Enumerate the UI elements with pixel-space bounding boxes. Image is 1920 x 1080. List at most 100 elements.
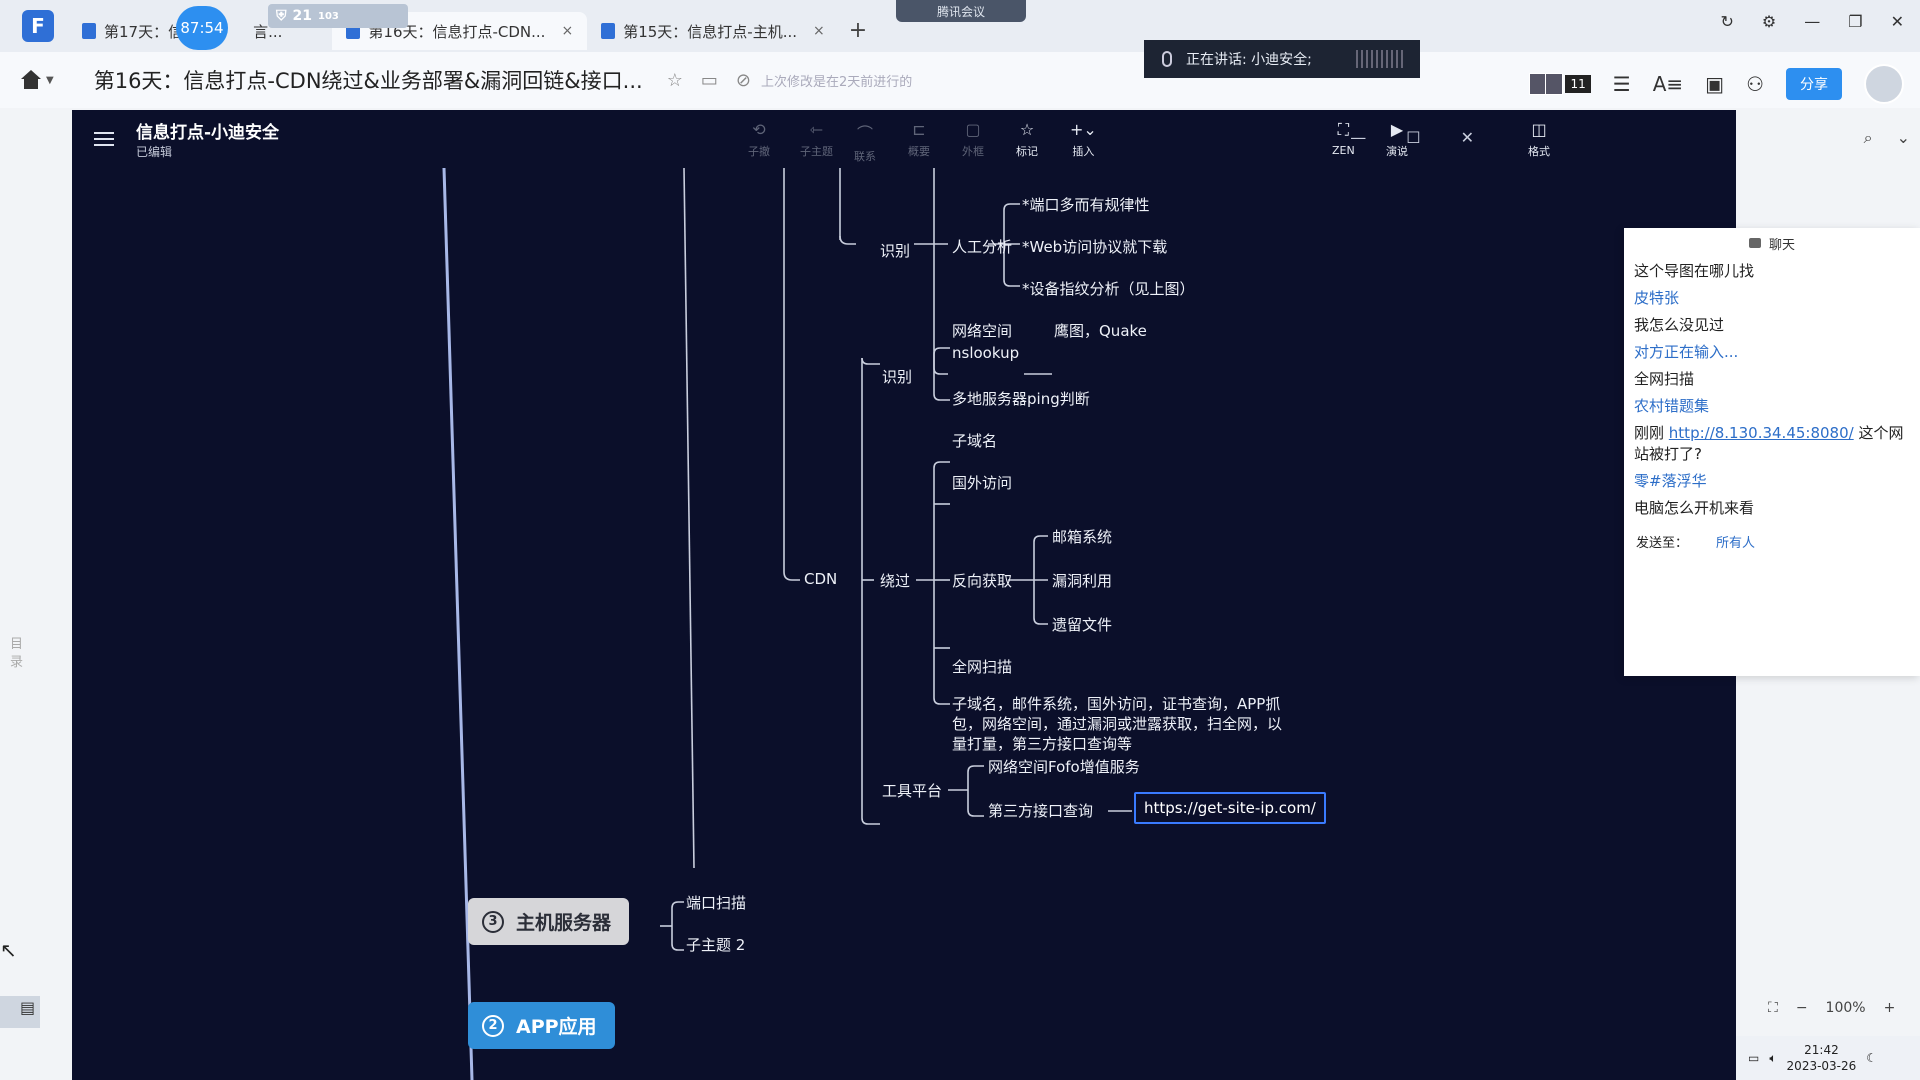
mindmap-canvas[interactable]: 识别 人工分析 *端口多而有规律性 *Web访问协议就下载 *设备指纹分析（见上… (72, 168, 1736, 1080)
node-vuln-exploit[interactable]: 漏洞利用 (1052, 570, 1112, 591)
node-mail-system[interactable]: 邮箱系统 (1052, 526, 1112, 547)
node-identify-2[interactable]: 识别 (882, 366, 912, 387)
node-foreign-access[interactable]: 国外访问 (952, 472, 1012, 493)
folder-icon[interactable]: ▭ (701, 70, 718, 91)
meeting-pill[interactable]: 腾讯会议 (896, 0, 1026, 22)
mindmap-title: 信息打点-小迪安全 (136, 123, 280, 143)
send-to-dropdown[interactable]: 所有人 (1716, 532, 1755, 551)
node-summary-text[interactable]: 子域名，邮件系统，国外访问，证书查询，APP抓包，网络空间，通过漏洞或泄露获取，… (952, 694, 1282, 754)
star-icon[interactable]: ☆ (667, 70, 683, 91)
close-icon[interactable]: ✕ (1461, 128, 1474, 147)
zoom-in-button[interactable]: + (1884, 1000, 1896, 1016)
node-nslookup[interactable]: nslookup (952, 344, 1019, 362)
chat-message: 这个导图在哪儿找 (1634, 262, 1755, 280)
taskbar-tray: ▭ 🔈︎ 21:42 2023-03-26 ☾ (1736, 1036, 1920, 1080)
node-app[interactable]: 2 APP应用 (468, 1002, 615, 1049)
node-cyberspace[interactable]: 网络空间 (952, 320, 1012, 341)
close-icon[interactable]: ✕ (1891, 12, 1904, 31)
relation-button[interactable]: ⌒ 联系 (854, 120, 876, 164)
document-tools: 11 ☰ A≡ ▣ ⚇ 分享 (1529, 64, 1904, 104)
fullscreen-icon: ⛶ (1337, 120, 1349, 139)
node-reverse-fetch[interactable]: 反向获取 (952, 570, 1012, 591)
marker-button[interactable]: ☆ 标记 (1016, 120, 1038, 159)
list-icon[interactable]: ▤ (20, 998, 35, 1017)
menu-icon[interactable]: ☰ (1613, 72, 1631, 96)
node-subdomain[interactable]: 子域名 (952, 430, 997, 451)
minimize-icon[interactable]: — (1804, 12, 1820, 31)
font-size-icon[interactable]: A≡ (1653, 72, 1683, 96)
format-button[interactable]: ◫ 格式 (1528, 120, 1550, 159)
save-status: 上次修改是在2天前进行的 (760, 74, 913, 90)
subtopic-button[interactable]: ⇽ 子主题 (800, 120, 833, 159)
node-eagle-quake[interactable]: 鹰图，Quake (1054, 320, 1147, 341)
home-icon[interactable] (20, 70, 42, 90)
tool-label: 外框 (962, 145, 984, 158)
node-multi-ping[interactable]: 多地服务器ping判断 (952, 388, 1090, 409)
user-avatar[interactable] (1864, 64, 1904, 104)
node-host-server[interactable]: 3 主机服务器 (468, 898, 630, 945)
settings-icon[interactable]: ⚙ (1762, 12, 1776, 31)
node-leftover-files[interactable]: 遗留文件 (1052, 614, 1112, 635)
document-icon (82, 23, 96, 39)
summary-icon: ⊏ (912, 120, 926, 139)
chat-icon (1748, 238, 1761, 248)
new-tab-button[interactable]: + (849, 18, 867, 43)
speaking-text: 正在讲话: 小迪安全; (1186, 52, 1312, 68)
collaborator-avatars[interactable]: 11 (1529, 73, 1591, 95)
clock-time: 21:42 (1804, 1043, 1839, 1057)
shield-icon: ⛨ (276, 8, 287, 24)
insert-button[interactable]: +⌄ 插入 (1070, 120, 1097, 159)
toc-toggle[interactable]: 目录 (10, 636, 26, 672)
node-port-scan[interactable]: 端口扫描 (686, 892, 746, 913)
node-url-link[interactable]: https://get-site-ip.com/ (1134, 792, 1326, 824)
share-button[interactable]: 分享 (1786, 68, 1842, 100)
summary-button[interactable]: ⊏ 概要 (908, 120, 930, 159)
notification-icon[interactable]: ☾ (1866, 1051, 1877, 1065)
system-clock[interactable]: 21:42 2023-03-26 (1787, 1042, 1857, 1074)
node-manual-analysis[interactable]: 人工分析 (952, 236, 1012, 257)
node-bypass[interactable]: 绕过 (880, 570, 910, 591)
volume-icon[interactable]: 🔈︎ (1769, 1051, 1776, 1066)
node-web-protocol[interactable]: *Web访问协议就下载 (1022, 236, 1167, 257)
node-identify[interactable]: 识别 (880, 240, 910, 261)
network-icon[interactable]: ▭ (1748, 1051, 1759, 1065)
add-user-icon[interactable]: ⚇ (1746, 72, 1764, 96)
sync-status-icon: ⊘ (735, 69, 751, 91)
speaking-indicator: 正在讲话: 小迪安全; (1144, 40, 1420, 78)
minimize-icon[interactable]: — (1350, 128, 1366, 147)
fit-screen-icon[interactable]: ⛶ (1768, 1000, 1778, 1016)
search-icon[interactable]: ⌕ (1864, 128, 1873, 148)
node-subtopic-2[interactable]: 子主题 2 (686, 934, 745, 955)
collaborator-count: 11 (1565, 75, 1591, 93)
close-icon[interactable]: × (813, 23, 825, 39)
chevron-down-icon[interactable]: ▼ (46, 75, 54, 86)
zoom-out-button[interactable]: − (1796, 1000, 1808, 1016)
topic-number: 3 (482, 910, 504, 933)
refresh-icon[interactable]: ↻ (1721, 12, 1734, 31)
chat-message: 我怎么没见过 (1634, 316, 1725, 334)
close-icon[interactable]: × (561, 23, 573, 39)
chat-link[interactable]: http://8.130.34.45:8080/ (1669, 424, 1854, 442)
node-fofa-service[interactable]: 网络空间Fofo增值服务 (988, 756, 1140, 777)
node-third-party-api[interactable]: 第三方接口查询 (988, 800, 1093, 821)
restore-icon[interactable]: ❐ (1848, 12, 1862, 31)
chat-message: 全网扫描 (1634, 370, 1695, 388)
present-icon[interactable]: ▣ (1705, 72, 1724, 96)
tab-day15[interactable]: 第15天：信息打点-主机... × (587, 12, 839, 50)
chevron-down-icon[interactable]: ⌄ (1897, 128, 1910, 148)
node-cdn[interactable]: CDN (804, 570, 837, 588)
node-device-fingerprint[interactable]: *设备指纹分析（见上图） (1022, 278, 1195, 299)
boundary-button[interactable]: ▢ 外框 (962, 120, 984, 159)
hamburger-menu-icon[interactable] (94, 132, 114, 146)
maximize-icon[interactable]: ☐ (1406, 128, 1420, 147)
app-logo-icon[interactable]: F (22, 10, 54, 42)
chat-sender: 对方正在输入... (1634, 343, 1739, 361)
topic-label: APP应用 (516, 1016, 597, 1038)
send-to-label: 发送至： (1636, 536, 1689, 551)
node-full-scan[interactable]: 全网扫描 (952, 656, 1012, 677)
node-port-pattern[interactable]: *端口多而有规律性 (1022, 194, 1150, 215)
node-tool-platform[interactable]: 工具平台 (882, 780, 942, 801)
format-panel-icon: ◫ (1531, 120, 1547, 139)
undo-button[interactable]: ⟲ 子撤 (748, 120, 770, 159)
avatar (1545, 73, 1564, 95)
